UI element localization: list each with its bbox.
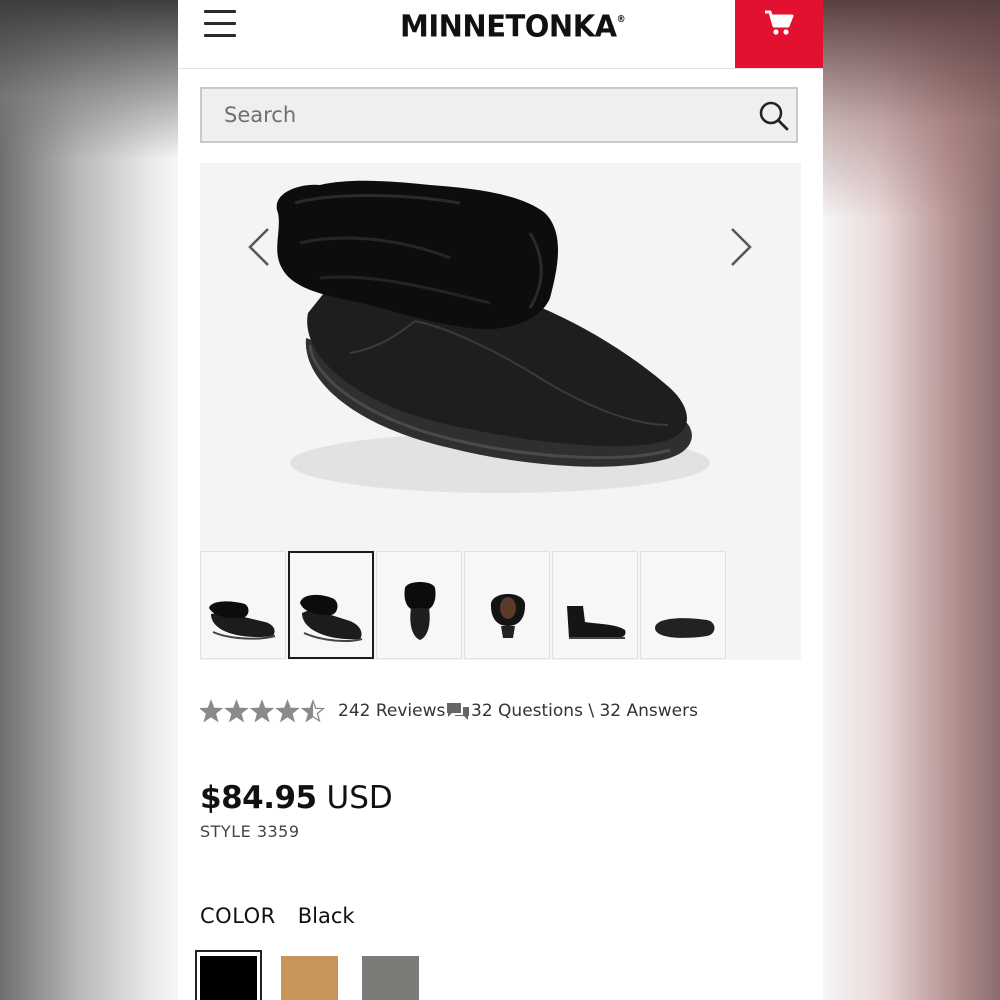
color-selector-label: COLOR Black xyxy=(200,904,355,928)
background-shadow xyxy=(822,0,1000,220)
chevron-right-icon[interactable] xyxy=(726,225,756,269)
star-icon xyxy=(249,699,275,723)
chevron-left-icon[interactable] xyxy=(244,225,274,269)
star-icon xyxy=(300,699,326,723)
shopping-cart-icon xyxy=(765,10,794,35)
search-bar xyxy=(200,87,798,143)
color-swatch-tan[interactable] xyxy=(281,956,338,1000)
thumbnail[interactable] xyxy=(464,551,550,659)
hamburger-menu-icon[interactable] xyxy=(204,8,236,38)
slipper-image xyxy=(276,180,710,493)
color-label: COLOR xyxy=(200,904,276,928)
selected-color: Black xyxy=(297,904,355,928)
thumbnail-selected[interactable] xyxy=(288,551,374,659)
style-number: STYLE 3359 xyxy=(200,822,300,841)
product-image-main xyxy=(200,163,801,549)
chat-bubbles-icon xyxy=(447,703,469,720)
rating-summary: 242 Reviews 32 Questions \ 32 Answers xyxy=(200,697,820,729)
site-header: MINNETONKA® xyxy=(178,0,823,69)
brand-logo[interactable]: MINNETONKA® xyxy=(400,5,626,47)
background-shadow xyxy=(0,0,178,160)
thumbnail[interactable] xyxy=(200,551,286,659)
star-icon xyxy=(200,699,224,723)
star-rating[interactable] xyxy=(200,699,326,725)
thumbnail[interactable] xyxy=(552,551,638,659)
questions-answers-link[interactable]: 32 Questions \ 32 Answers xyxy=(471,701,698,721)
thumbnail[interactable] xyxy=(376,551,462,659)
search-icon[interactable] xyxy=(758,100,790,132)
color-swatch-black[interactable] xyxy=(200,956,257,1000)
thumbnail-strip xyxy=(200,549,801,660)
star-icon xyxy=(224,699,249,723)
star-icon xyxy=(275,699,300,723)
product-price: $84.95 USD xyxy=(200,780,393,816)
product-page: MINNETONKA® Search 242 Reviews 32 Questi… xyxy=(178,0,823,1000)
color-swatch-grey[interactable] xyxy=(362,956,419,1000)
search-input[interactable] xyxy=(202,89,764,141)
reviews-link[interactable]: 242 Reviews xyxy=(338,701,445,721)
thumbnail[interactable] xyxy=(640,551,726,659)
cart-button[interactable] xyxy=(735,0,823,68)
